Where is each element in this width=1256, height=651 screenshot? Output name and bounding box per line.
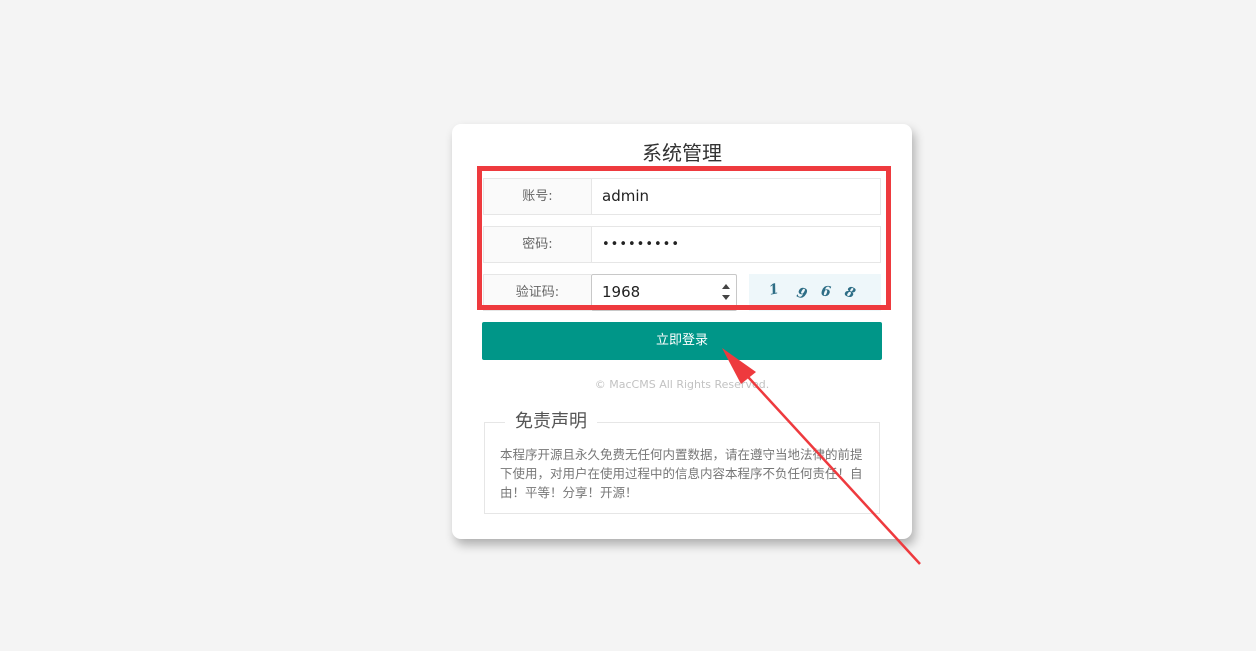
account-label: 账号: [484, 179, 592, 214]
login-card: 系统管理 账号: 密码: ••••••••• 验证码: 1 9 6 8 [452, 124, 912, 539]
disclaimer-box: 免责声明 本程序开源且永久免费无任何内置数据，请在遵守当地法律的前提下使用，对用… [484, 411, 880, 514]
captcha-field [591, 274, 737, 311]
captcha-char: 1 [767, 281, 781, 299]
password-row: 密码: ••••••••• [483, 226, 881, 263]
password-input[interactable]: ••••••••• [592, 227, 880, 262]
captcha-image[interactable]: 1 9 6 8 [749, 274, 881, 311]
captcha-input[interactable] [592, 275, 714, 310]
account-row: 账号: [483, 178, 881, 215]
disclaimer-title: 免责声明 [505, 411, 597, 433]
spin-up-icon[interactable] [722, 284, 730, 289]
login-page: 系统管理 账号: 密码: ••••••••• 验证码: 1 9 6 8 [0, 0, 1256, 651]
number-spinner[interactable] [721, 281, 733, 305]
captcha-row: 验证码: 1 9 6 8 [483, 274, 881, 311]
login-button[interactable]: 立即登录 [482, 322, 882, 360]
spin-down-icon[interactable] [722, 295, 730, 300]
disclaimer-text: 本程序开源且永久免费无任何内置数据，请在遵守当地法律的前提下使用，对用户在使用过… [500, 447, 863, 500]
copyright-text: © MacCMS All Rights Reserved. [594, 378, 770, 391]
captcha-char: 6 [819, 283, 832, 301]
captcha-label: 验证码: [483, 274, 591, 311]
account-input[interactable] [592, 179, 880, 214]
captcha-char: 8 [842, 283, 858, 303]
page-title: 系统管理 [642, 141, 722, 165]
captcha-char: 9 [794, 284, 809, 304]
password-label: 密码: [484, 227, 592, 262]
